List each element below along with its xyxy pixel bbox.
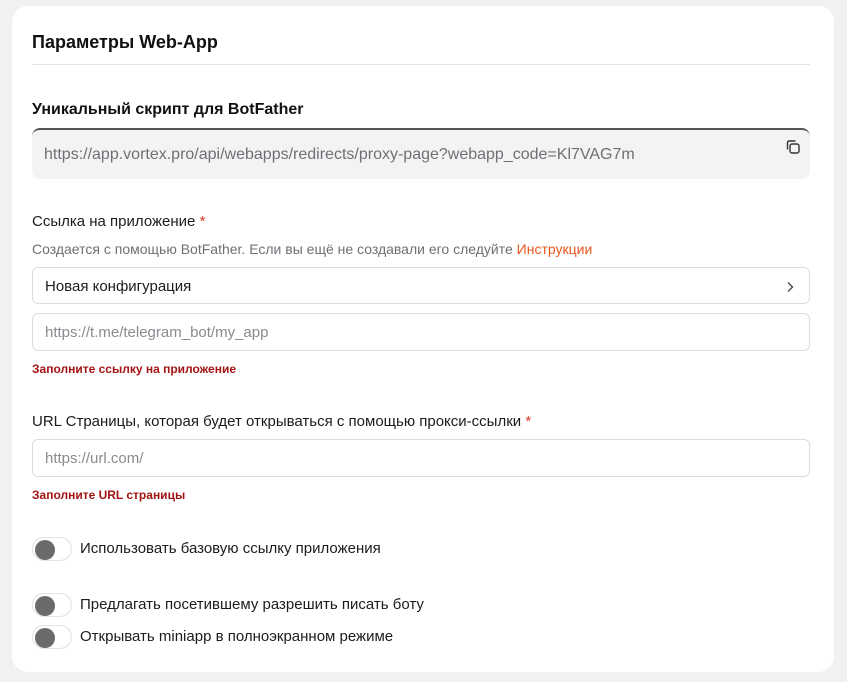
script-section-title: Уникальный скрипт для BotFather (32, 101, 304, 118)
toggle-knob (35, 540, 55, 560)
app-link-label-text: Ссылка на приложение (32, 213, 196, 230)
fullscreen-toggle-label: Открывать miniapp в полноэкранном режиме (80, 628, 394, 645)
copy-icon[interactable] (784, 138, 802, 156)
base-link-toggle-label: Использовать базовую ссылку приложения (80, 540, 381, 557)
allow-write-toggle[interactable] (32, 593, 72, 617)
instructions-link[interactable]: Инструкции (517, 241, 593, 257)
chevron-right-icon (785, 280, 795, 293)
required-mark: * (525, 413, 532, 430)
fullscreen-toggle[interactable] (32, 625, 72, 649)
toggle-knob (35, 596, 55, 616)
base-link-toggle[interactable] (32, 537, 72, 561)
page-url-input[interactable] (32, 439, 810, 477)
hint-text: Создается с помощью BotFather. Если вы е… (32, 241, 513, 257)
app-link-error: Заполните ссылку на приложение (32, 362, 237, 376)
allow-write-toggle-label: Предлагать посетившему разрешить писать … (80, 596, 424, 613)
script-box: https://app.vortex.pro/api/webapps/redir… (32, 128, 810, 179)
required-mark: * (199, 213, 206, 230)
configuration-select[interactable]: Новая конфигурация (32, 267, 810, 304)
page-url-error: Заполните URL страницы (32, 488, 186, 502)
app-link-input[interactable] (32, 313, 810, 351)
title-divider (32, 64, 810, 65)
script-url[interactable]: https://app.vortex.pro/api/webapps/redir… (44, 146, 635, 164)
card-title: Параметры Web-App (32, 32, 218, 52)
app-link-hint: Создается с помощью BotFather. Если вы е… (32, 241, 592, 257)
app-link-label: Ссылка на приложение * (32, 213, 205, 230)
webapp-settings-card: Параметры Web-App Уникальный скрипт для … (12, 6, 834, 672)
page-url-label-text: URL Страницы, которая будет открываться … (32, 413, 522, 430)
toggle-knob (35, 628, 55, 648)
select-value: Новая конфигурация (45, 278, 192, 295)
page-url-label: URL Страницы, которая будет открываться … (32, 413, 531, 430)
